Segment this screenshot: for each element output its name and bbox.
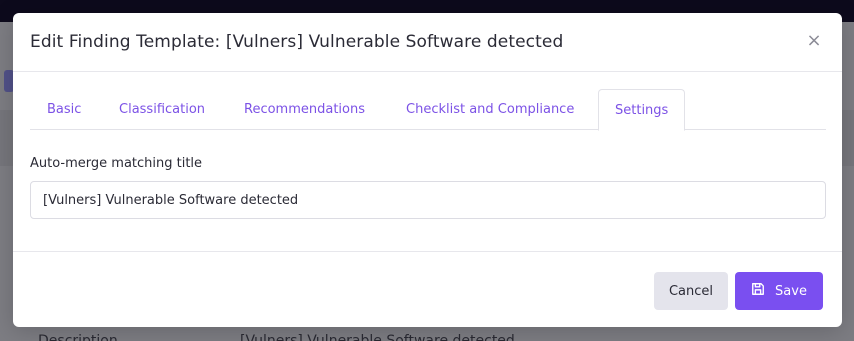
tab-basic[interactable]: Basic — [47, 89, 81, 130]
cancel-button[interactable]: Cancel — [654, 272, 728, 310]
background-row-label: Description — [38, 333, 118, 341]
tab-settings[interactable]: Settings — [598, 89, 686, 131]
close-icon[interactable]: × — [804, 31, 824, 51]
tab-classification[interactable]: Classification — [119, 89, 205, 130]
background-row-value: [Vulners] Vulnerable Software detected — [240, 333, 515, 341]
tab-bar: Basic Classification Recommendations Che… — [30, 89, 826, 131]
cancel-button-label: Cancel — [668, 283, 714, 299]
edit-finding-template-modal: Edit Finding Template: [Vulners] Vulnera… — [13, 13, 842, 327]
floppy-disk-icon — [751, 282, 765, 300]
auto-merge-title-input[interactable] — [30, 181, 826, 219]
tab-checklist-and-compliance[interactable]: Checklist and Compliance — [406, 89, 574, 130]
save-button[interactable]: Save — [735, 272, 823, 310]
modal-title: Edit Finding Template: [Vulners] Vulnera… — [30, 32, 564, 52]
modal-footer: Cancel Save — [13, 251, 842, 327]
save-button-label: Save — [775, 283, 807, 299]
auto-merge-title-label: Auto-merge matching title — [30, 156, 203, 171]
tab-recommendations[interactable]: Recommendations — [244, 89, 365, 130]
modal-header: Edit Finding Template: [Vulners] Vulnera… — [13, 13, 842, 72]
